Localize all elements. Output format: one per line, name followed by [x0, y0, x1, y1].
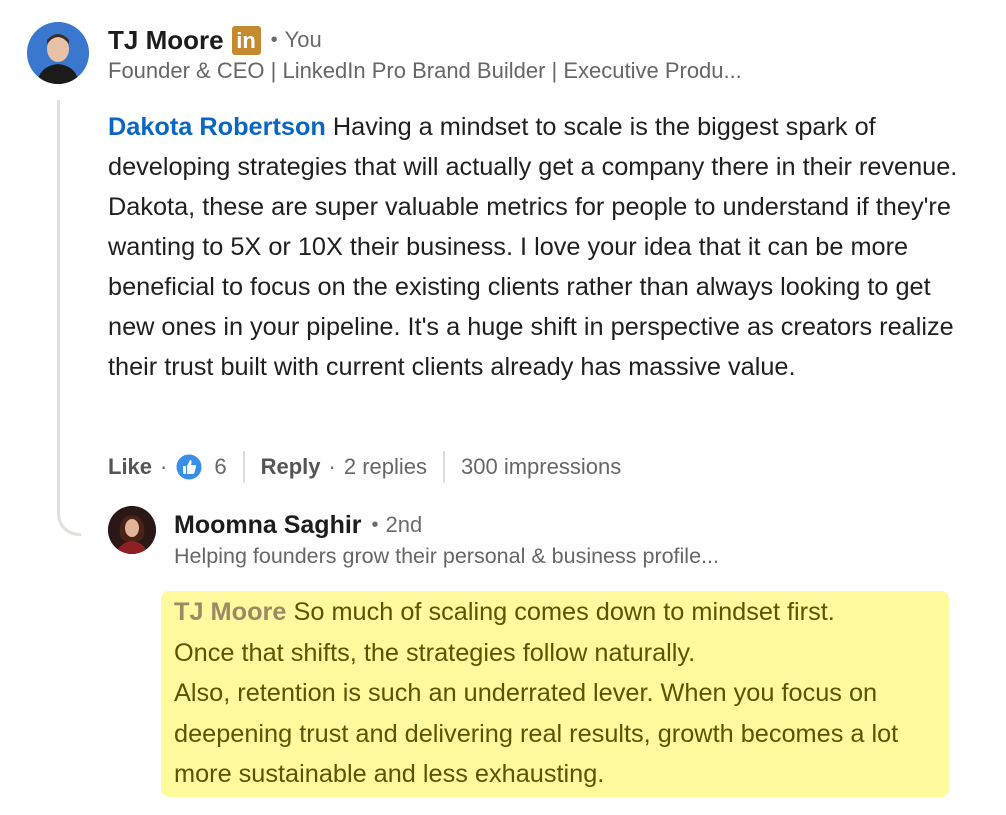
- reply-author-headline: Helping founders grow their personal & b…: [174, 544, 719, 568]
- reply-line: Once that shifts, the strategies follow …: [174, 638, 696, 667]
- mention-link[interactable]: Dakota Robertson: [108, 113, 326, 141]
- mention-link[interactable]: TJ Moore: [174, 598, 286, 626]
- comment-header: TJ Moore in • You: [108, 22, 322, 58]
- avatar-portrait-icon: [27, 22, 89, 84]
- reply-author-name[interactable]: Moomna Saghir: [174, 511, 362, 540]
- author-avatar[interactable]: [27, 22, 89, 84]
- connection-degree: You: [284, 27, 322, 52]
- separator-dot: ·: [328, 454, 336, 479]
- comment-body: Dakota Robertson Having a mindset to sca…: [108, 107, 968, 387]
- author-headline: Founder & CEO | LinkedIn Pro Brand Build…: [108, 58, 742, 83]
- separator-dot: •: [270, 28, 278, 51]
- avatar-portrait-icon: [108, 506, 156, 554]
- reply-text: So much of scaling comes down to mindset…: [286, 598, 835, 626]
- divider: [242, 451, 245, 483]
- reply-author-avatar[interactable]: [108, 506, 156, 554]
- thread-connector-line: [57, 100, 81, 536]
- reply-button[interactable]: Reply: [261, 454, 321, 480]
- author-name[interactable]: TJ Moore: [108, 25, 224, 56]
- replies-count-link[interactable]: 2 replies: [344, 454, 427, 480]
- reply-body: TJ Moore So much of scaling comes down t…: [174, 592, 949, 795]
- connection-degree: 2nd: [385, 512, 423, 537]
- linkedin-premium-badge-icon: in: [231, 25, 261, 55]
- comment-text: Having a mindset to scale is the biggest…: [108, 113, 958, 381]
- like-button[interactable]: Like: [108, 454, 152, 480]
- reply-line: TJ Moore So much of scaling comes down t…: [174, 592, 949, 633]
- reply-line: Also, retention is such an underrated le…: [174, 679, 899, 788]
- reply-header: Moomna Saghir • 2nd: [174, 508, 422, 542]
- separator-dot: •: [371, 513, 379, 536]
- divider: [443, 451, 446, 483]
- impressions-count: 300 impressions: [461, 454, 622, 479]
- like-count[interactable]: 6: [214, 454, 226, 480]
- separator-dot: ·: [160, 454, 168, 479]
- comment-actions: Like · 6 Reply · 2 replies 300 impressio…: [108, 450, 621, 484]
- like-reaction-icon[interactable]: [175, 453, 203, 481]
